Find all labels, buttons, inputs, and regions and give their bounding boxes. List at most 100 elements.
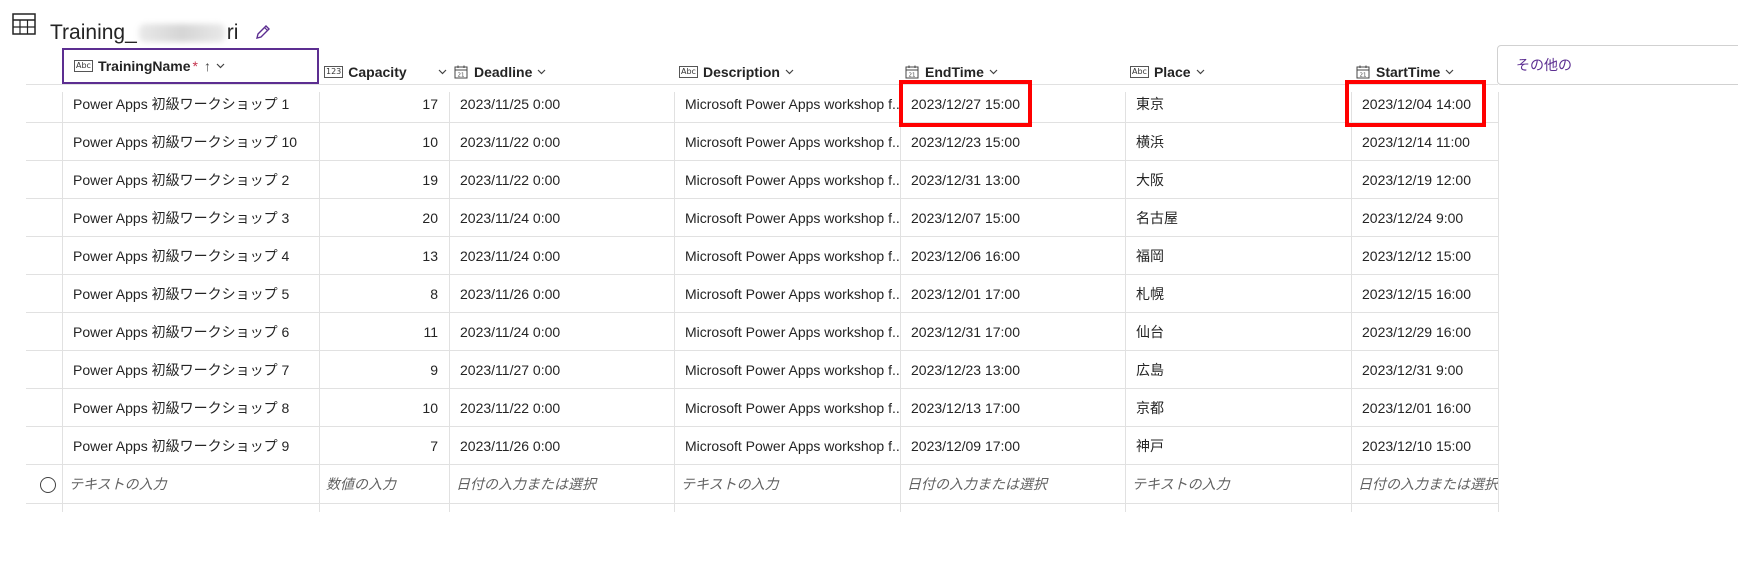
table-row[interactable]: Power Apps 初級ワークショップ 2 19 2023/11/22 0:00 M…: [26, 160, 1498, 199]
cell-capacity[interactable]: 17: [319, 85, 449, 123]
cell-trainingname[interactable]: Power Apps 初級ワークショップ 4: [62, 237, 319, 275]
cell-endtime[interactable]: 2023/12/01 17:00: [900, 275, 1125, 313]
cell-capacity[interactable]: 7: [319, 427, 449, 465]
table-row[interactable]: Power Apps 初級ワークショップ 10 10 2023/11/22 0:00…: [26, 122, 1498, 161]
cell-starttime[interactable]: 2023/12/24 9:00: [1351, 199, 1498, 237]
cell-capacity[interactable]: 8: [319, 275, 449, 313]
table-row[interactable]: Power Apps 初級ワークショップ 8 10 2023/11/22 0:00 M…: [26, 388, 1498, 427]
cell-endtime[interactable]: 2023/12/31 13:00: [900, 161, 1125, 199]
cell-place[interactable]: 東京: [1125, 85, 1351, 123]
calendar-icon: 21: [905, 65, 919, 79]
column-header-trainingname[interactable]: Abc TrainingName * ↑: [62, 48, 319, 84]
table-row[interactable]: Power Apps 初級ワークショップ 7 9 2023/11/27 0:00 Mi…: [26, 350, 1498, 389]
new-description-input[interactable]: テキストの入力: [674, 465, 900, 503]
cell-place[interactable]: 広島: [1125, 351, 1351, 389]
chevron-down-icon[interactable]: [785, 69, 794, 75]
cell-trainingname[interactable]: Power Apps 初級ワークショップ 7: [62, 351, 319, 389]
cell-starttime[interactable]: 2023/12/31 9:00: [1351, 351, 1498, 389]
new-place-input[interactable]: テキストの入力: [1125, 465, 1351, 503]
table-row[interactable]: Power Apps 初級ワークショップ 6 11 2023/11/24 0:00 M…: [26, 312, 1498, 351]
chevron-down-icon[interactable]: [1445, 69, 1454, 75]
cell-capacity[interactable]: 19: [319, 161, 449, 199]
table-row[interactable]: Power Apps 初級ワークショップ 4 13 2023/11/24 0:00 M…: [26, 236, 1498, 275]
cell-deadline[interactable]: 2023/11/24 0:00: [449, 313, 674, 351]
table-row[interactable]: Power Apps 初級ワークショップ 5 8 2023/11/26 0:00 Mi…: [26, 274, 1498, 313]
cell-deadline[interactable]: 2023/11/22 0:00: [449, 123, 674, 161]
table-row[interactable]: Power Apps 初級ワークショップ 9 7 2023/11/26 0:00 Mi…: [26, 426, 1498, 465]
cell-endtime[interactable]: 2023/12/31 17:00: [900, 313, 1125, 351]
cell-capacity[interactable]: 10: [319, 123, 449, 161]
cell-deadline[interactable]: 2023/11/26 0:00: [449, 275, 674, 313]
cell-description[interactable]: Microsoft Power Apps workshop f...: [674, 199, 900, 237]
cell-deadline[interactable]: 2023/11/22 0:00: [449, 389, 674, 427]
chevron-down-icon[interactable]: [216, 63, 225, 69]
cell-capacity[interactable]: 9: [319, 351, 449, 389]
cell-deadline[interactable]: 2023/11/26 0:00: [449, 427, 674, 465]
cell-starttime[interactable]: 2023/12/29 16:00: [1351, 313, 1498, 351]
cell-endtime[interactable]: 2023/12/09 17:00: [900, 427, 1125, 465]
cell-trainingname[interactable]: Power Apps 初級ワークショップ 3: [62, 199, 319, 237]
cell-description[interactable]: Microsoft Power Apps workshop f...: [674, 389, 900, 427]
cell-starttime[interactable]: 2023/12/10 15:00: [1351, 427, 1498, 465]
new-capacity-input[interactable]: 数値の入力: [319, 465, 449, 503]
cell-place[interactable]: 京都: [1125, 389, 1351, 427]
cell-trainingname[interactable]: Power Apps 初級ワークショップ 10: [62, 123, 319, 161]
cell-place[interactable]: 名古屋: [1125, 199, 1351, 237]
cell-deadline[interactable]: 2023/11/24 0:00: [449, 199, 674, 237]
cell-deadline[interactable]: 2023/11/24 0:00: [449, 237, 674, 275]
cell-description[interactable]: Microsoft Power Apps workshop f...: [674, 313, 900, 351]
cell-starttime[interactable]: 2023/12/15 16:00: [1351, 275, 1498, 313]
cell-deadline[interactable]: 2023/11/22 0:00: [449, 161, 674, 199]
new-endtime-input[interactable]: 日付の入力または選択: [900, 465, 1125, 503]
chevron-down-icon[interactable]: [438, 69, 447, 75]
cell-trainingname[interactable]: Power Apps 初級ワークショップ 1: [62, 85, 319, 123]
column-label: EndTime: [925, 64, 984, 80]
cell-capacity[interactable]: 10: [319, 389, 449, 427]
cell-starttime[interactable]: 2023/12/01 16:00: [1351, 389, 1498, 427]
new-trainingname-input[interactable]: テキストの入力: [62, 465, 319, 503]
column-label: Place: [1153, 64, 1191, 80]
cell-starttime[interactable]: 2023/12/14 11:00: [1351, 123, 1498, 161]
more-columns-button[interactable]: その他の: [1497, 45, 1738, 85]
cell-description[interactable]: Microsoft Power Apps workshop f...: [674, 161, 900, 199]
chevron-down-icon[interactable]: [537, 69, 546, 75]
new-deadline-input[interactable]: 日付の入力または選択: [449, 465, 674, 503]
cell-trainingname[interactable]: Power Apps 初級ワークショップ 6: [62, 313, 319, 351]
cell-place[interactable]: 神戸: [1125, 427, 1351, 465]
cell-trainingname[interactable]: Power Apps 初級ワークショップ 5: [62, 275, 319, 313]
pencil-icon[interactable]: [254, 23, 272, 41]
cell-description[interactable]: Microsoft Power Apps workshop f...: [674, 351, 900, 389]
cell-endtime[interactable]: 2023/12/06 16:00: [900, 237, 1125, 275]
cell-description[interactable]: Microsoft Power Apps workshop f...: [674, 123, 900, 161]
table-row[interactable]: Power Apps 初級ワークショップ 3 20 2023/11/24 0:00 M…: [26, 198, 1498, 237]
cell-deadline[interactable]: 2023/11/25 0:00: [449, 85, 674, 123]
cell-trainingname[interactable]: Power Apps 初級ワークショップ 8: [62, 389, 319, 427]
cell-place[interactable]: 横浜: [1125, 123, 1351, 161]
cell-place[interactable]: 札幌: [1125, 275, 1351, 313]
cell-endtime[interactable]: 2023/12/13 17:00: [900, 389, 1125, 427]
cell-endtime[interactable]: 2023/12/23 13:00: [900, 351, 1125, 389]
chevron-down-icon[interactable]: [1196, 69, 1205, 75]
cell-starttime[interactable]: 2023/12/19 12:00: [1351, 161, 1498, 199]
cell-place[interactable]: 福岡: [1125, 237, 1351, 275]
row-select-radio[interactable]: [40, 477, 56, 493]
cell-trainingname[interactable]: Power Apps 初級ワークショップ 2: [62, 161, 319, 199]
new-starttime-input[interactable]: 日付の入力または選択: [1351, 465, 1498, 503]
cell-description[interactable]: Microsoft Power Apps workshop f...: [674, 85, 900, 123]
table-row[interactable]: Power Apps 初級ワークショップ 1 17 2023/11/25 0:00 M…: [26, 84, 1498, 123]
cell-description[interactable]: Microsoft Power Apps workshop f...: [674, 427, 900, 465]
cell-description[interactable]: Microsoft Power Apps workshop f...: [674, 275, 900, 313]
cell-capacity[interactable]: 13: [319, 237, 449, 275]
cell-endtime[interactable]: 2023/12/23 15:00: [900, 123, 1125, 161]
chevron-down-icon[interactable]: [989, 69, 998, 75]
cell-starttime[interactable]: 2023/12/12 15:00: [1351, 237, 1498, 275]
new-record-row[interactable]: テキストの入力 数値の入力 日付の入力または選択 テキストの入力 日付の入力または選択テ…: [26, 464, 1498, 504]
cell-endtime[interactable]: 2023/12/07 15:00: [900, 199, 1125, 237]
cell-deadline[interactable]: 2023/11/27 0:00: [449, 351, 674, 389]
cell-trainingname[interactable]: Power Apps 初級ワークショップ 9: [62, 427, 319, 465]
cell-place[interactable]: 仙台: [1125, 313, 1351, 351]
cell-capacity[interactable]: 20: [319, 199, 449, 237]
cell-place[interactable]: 大阪: [1125, 161, 1351, 199]
cell-description[interactable]: Microsoft Power Apps workshop f...: [674, 237, 900, 275]
cell-capacity[interactable]: 11: [319, 313, 449, 351]
